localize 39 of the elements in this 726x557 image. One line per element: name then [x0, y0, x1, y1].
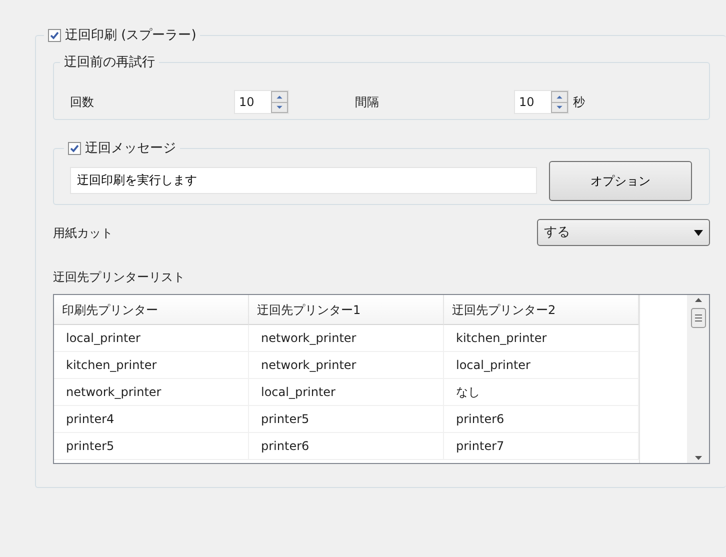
table-cell: network_printer: [249, 352, 444, 379]
checkbox[interactable]: [68, 142, 81, 156]
table-cell: local_printer: [444, 352, 639, 379]
table-cell: printer6: [444, 406, 639, 433]
scroll-thumb[interactable]: [690, 308, 706, 328]
checkbox-label[interactable]: 迂回印刷 (スプーラー): [65, 26, 196, 46]
number-field[interactable]: 10: [234, 90, 289, 114]
field-label: 用紙カット: [53, 224, 113, 242]
message-field[interactable]: 迂回印刷を実行します: [70, 167, 537, 194]
dropdown[interactable]: する: [537, 219, 710, 246]
column-header[interactable]: 迂回先プリンター1: [249, 295, 444, 325]
table-cell: printer5: [54, 433, 249, 460]
table-cell: network_printer: [54, 379, 249, 406]
spin-buttons[interactable]: [551, 91, 568, 113]
scroll-down-icon[interactable]: [694, 456, 702, 460]
field-label: 回数: [70, 94, 95, 111]
number-field[interactable]: 10: [514, 90, 569, 114]
section-title: 迂回先プリンターリスト: [53, 269, 186, 286]
table-cell: kitchen_printer: [54, 352, 249, 379]
group-title: 迂回前の再試行: [64, 54, 155, 72]
caret-icon: [694, 230, 703, 236]
scroll-up-icon[interactable]: [694, 298, 702, 302]
table-cell: local_printer: [249, 379, 444, 406]
table-cell: printer5: [249, 406, 444, 433]
table-cell: printer4: [54, 406, 249, 433]
table-cell: network_printer: [249, 325, 444, 352]
column-header[interactable]: 印刷先プリンター: [54, 295, 249, 325]
spin-buttons[interactable]: [271, 91, 288, 113]
options-button[interactable]: オプション: [549, 160, 692, 200]
table-cell: printer6: [249, 433, 444, 460]
checkbox-label[interactable]: 迂回メッセージ: [85, 139, 176, 158]
table-cell: printer7: [444, 433, 639, 460]
table-cell: local_printer: [54, 325, 249, 352]
table-cell: kitchen_printer: [444, 325, 639, 352]
unit-label: 秒: [573, 94, 585, 111]
column-header[interactable]: 迂回先プリンター2: [444, 295, 639, 325]
table-cell: なし: [444, 379, 639, 406]
checkbox[interactable]: [48, 29, 61, 42]
field-label: 間隔: [355, 94, 380, 111]
